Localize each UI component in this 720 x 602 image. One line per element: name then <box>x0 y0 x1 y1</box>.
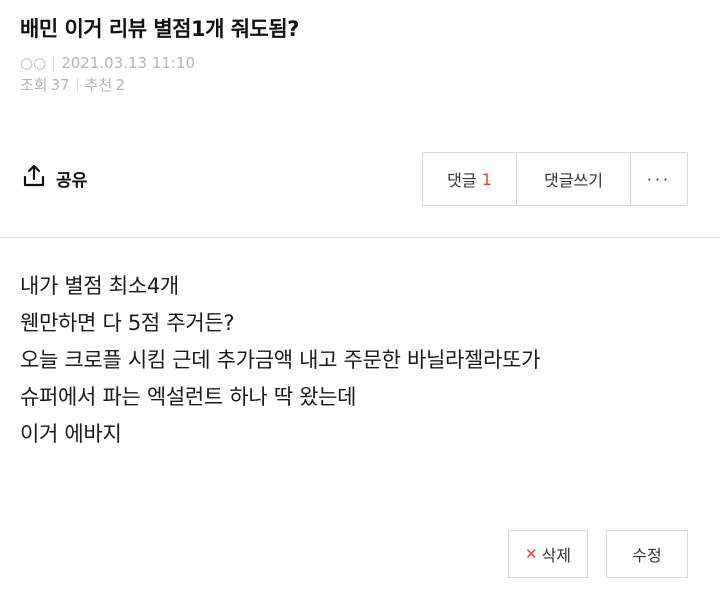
recommend-label: 추천 <box>84 76 113 94</box>
more-icon: ··· <box>646 169 672 189</box>
close-icon: ✕ <box>524 545 538 563</box>
comment-button-group: 댓글 1 댓글쓰기 ··· <box>422 152 688 206</box>
share-icon <box>20 162 48 194</box>
post-title: 배민 이거 리뷰 별점1개 줘도됨? <box>20 17 299 41</box>
post-meta-stats: 조회 37 추천 2 <box>20 74 700 96</box>
post-meta-author-date: ○○ 2021.03.13 11:10 <box>20 52 700 74</box>
post-date: 2021.03.13 11:10 <box>61 54 196 72</box>
share-button[interactable]: 공유 <box>20 162 87 194</box>
delete-label: 삭제 <box>541 546 572 565</box>
comments-label: 댓글 <box>447 171 477 190</box>
comments-count: 1 <box>481 169 492 189</box>
post-body-line: 오늘 크로플 시킴 근데 추가금액 내고 주문한 바닐라젤라또가 <box>20 348 541 372</box>
meta-divider <box>76 78 78 92</box>
post-body-line: 이거 에바지 <box>20 422 122 446</box>
post-body: 내가 별점 최소4개 웬만하면 다 5점 주거든? 오늘 크로플 시킴 근데 추… <box>20 268 700 453</box>
write-comment-button[interactable]: 댓글쓰기 <box>517 153 631 205</box>
post-header: 배민 이거 리뷰 별점1개 줘도됨? ○○ 2021.03.13 11:10 조… <box>20 14 700 96</box>
author-name[interactable]: ○○ <box>20 52 46 74</box>
section-divider <box>0 237 720 238</box>
share-label: 공유 <box>56 170 88 191</box>
views-count: 37 <box>50 76 70 94</box>
views-label: 조회 <box>20 76 48 94</box>
post-action-bar: 공유 댓글 1 댓글쓰기 ··· <box>20 152 688 208</box>
recommend-count: 2 <box>115 76 125 94</box>
post-body-line: 슈퍼에서 파는 엑설런트 하나 딱 왔는데 <box>20 385 357 409</box>
comments-button[interactable]: 댓글 1 <box>423 153 517 205</box>
edit-button[interactable]: 수정 <box>606 530 688 578</box>
more-options-button[interactable]: ··· <box>631 153 687 205</box>
delete-button[interactable]: ✕ 삭제 <box>508 530 588 578</box>
meta-divider <box>53 56 55 70</box>
post-owner-actions: ✕ 삭제 수정 <box>490 530 688 578</box>
post-body-line: 웬만하면 다 5점 주거든? <box>20 311 235 335</box>
post-body-line: 내가 별점 최소4개 <box>20 274 179 298</box>
